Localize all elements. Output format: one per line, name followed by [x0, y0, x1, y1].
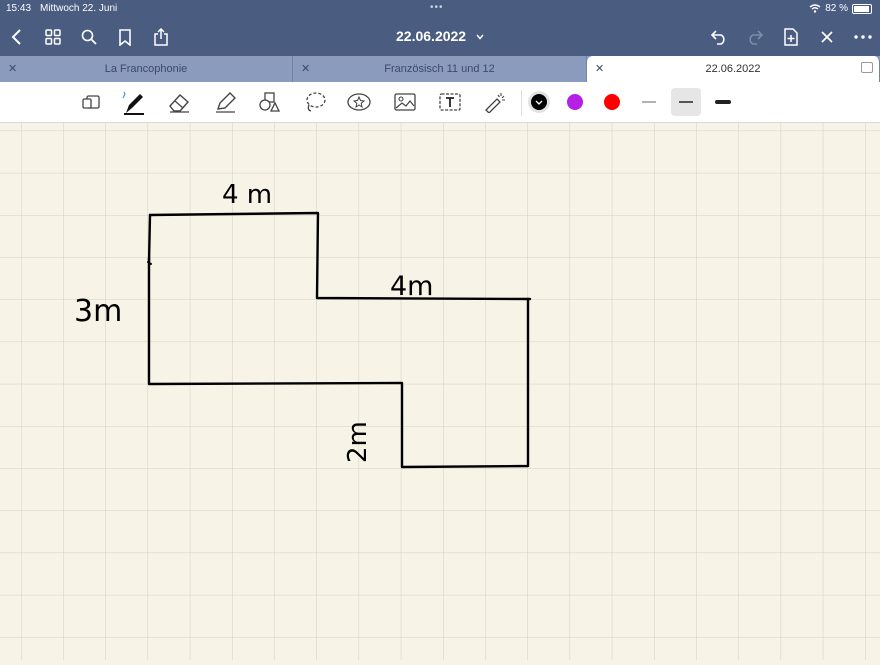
text-box-icon [439, 93, 461, 111]
toolbar-divider [521, 90, 522, 116]
elements-tool-button[interactable] [344, 88, 374, 116]
share-button[interactable] [148, 24, 174, 50]
text-tool-button[interactable] [435, 88, 465, 116]
grid-icon [45, 29, 61, 45]
line-medium-icon [679, 101, 693, 103]
tab-label: La Francophonie [104, 63, 188, 75]
more-button[interactable] [850, 24, 876, 50]
eraser-icon [169, 94, 189, 113]
nav-bar: 22.06.2022 [0, 18, 880, 56]
add-page-icon [784, 28, 798, 46]
shapes-icon [259, 92, 281, 112]
undo-icon [710, 30, 725, 45]
label-top-length: 4 m [222, 180, 272, 210]
label-middle-length: 4m [390, 271, 433, 302]
color-dot-icon [567, 94, 583, 110]
pen-icon [122, 91, 144, 115]
undo-button[interactable] [706, 24, 732, 50]
tab-close-icon[interactable]: ✕ [301, 62, 310, 75]
label-left-length: 3m [74, 294, 122, 329]
search-icon [81, 29, 97, 45]
share-icon [154, 28, 168, 46]
page-mode-icon [82, 95, 100, 109]
tab-current-note[interactable]: ✕ 22.06.2022 [587, 56, 880, 82]
battery-percent: 82 % [825, 3, 848, 14]
lasso-tool-button[interactable] [300, 88, 330, 116]
tab-la-francophonie[interactable]: ✕ La Francophonie [0, 56, 293, 82]
line-thick-icon [715, 100, 731, 104]
tab-close-icon[interactable]: ✕ [8, 62, 17, 75]
color-swatch-black[interactable] [524, 88, 554, 116]
status-bar: 15:43 Mittwoch 22. Juni ••• 82 % [0, 0, 880, 18]
stroke-width-thin[interactable] [634, 88, 664, 116]
stroke-width-medium[interactable] [671, 88, 701, 116]
redo-button[interactable] [742, 24, 768, 50]
search-button[interactable] [76, 24, 102, 50]
color-swatch-purple[interactable] [560, 88, 590, 116]
color-black-selected-icon [528, 91, 550, 113]
lasso-icon [306, 92, 326, 112]
highlighter-icon [216, 92, 236, 113]
note-canvas[interactable]: 4 m 4m 3m 2m [0, 123, 880, 660]
color-dot-icon [604, 94, 620, 110]
sticker-icon [347, 93, 371, 111]
label-bottom-length: 2m [343, 421, 373, 463]
eraser-tool-button[interactable] [164, 88, 194, 116]
line-thin-icon [642, 101, 656, 103]
chevron-left-icon [11, 29, 21, 45]
drawing-toolbar [0, 82, 880, 123]
shape-tool-button[interactable] [254, 88, 284, 116]
close-icon [821, 31, 833, 43]
status-time: 15:43 [6, 3, 32, 14]
laser-pointer-icon [485, 93, 505, 113]
document-title[interactable]: 22.06.2022 [396, 28, 466, 44]
chevron-down-icon[interactable] [476, 34, 484, 40]
multitasking-dots-icon[interactable]: ••• [430, 2, 444, 13]
highlighter-tool-button[interactable] [210, 88, 240, 116]
grid-view-button[interactable] [40, 24, 66, 50]
bookmark-button[interactable] [112, 24, 138, 50]
tab-bar: ✕ La Francophonie ✕ Französisch 11 und 1… [0, 56, 880, 82]
bookmark-icon [119, 28, 131, 46]
image-icon [394, 93, 416, 111]
redo-icon [749, 30, 764, 45]
split-view-icon[interactable] [861, 62, 873, 73]
close-document-button[interactable] [814, 24, 840, 50]
more-icon [854, 35, 872, 39]
add-page-button[interactable] [778, 24, 804, 50]
wifi-icon [809, 4, 821, 13]
status-date: Mittwoch 22. Juni [40, 3, 118, 14]
tab-close-icon[interactable]: ✕ [595, 62, 604, 75]
pen-tool-button[interactable] [118, 88, 148, 116]
status-right: 82 % [809, 3, 872, 14]
tab-label: Französisch 11 und 12 [384, 63, 495, 75]
color-swatch-red[interactable] [597, 88, 627, 116]
tab-franzoesisch[interactable]: ✕ Französisch 11 und 12 [293, 56, 587, 82]
tab-label: 22.06.2022 [705, 63, 761, 75]
grid-paper: 4 m 4m 3m 2m [0, 123, 880, 660]
image-tool-button[interactable] [390, 88, 420, 116]
battery-icon [852, 3, 872, 14]
stroke-width-thick[interactable] [708, 88, 738, 116]
read-only-mode-button[interactable] [76, 88, 106, 116]
laser-pointer-button[interactable] [480, 88, 510, 116]
back-button[interactable] [4, 24, 30, 50]
